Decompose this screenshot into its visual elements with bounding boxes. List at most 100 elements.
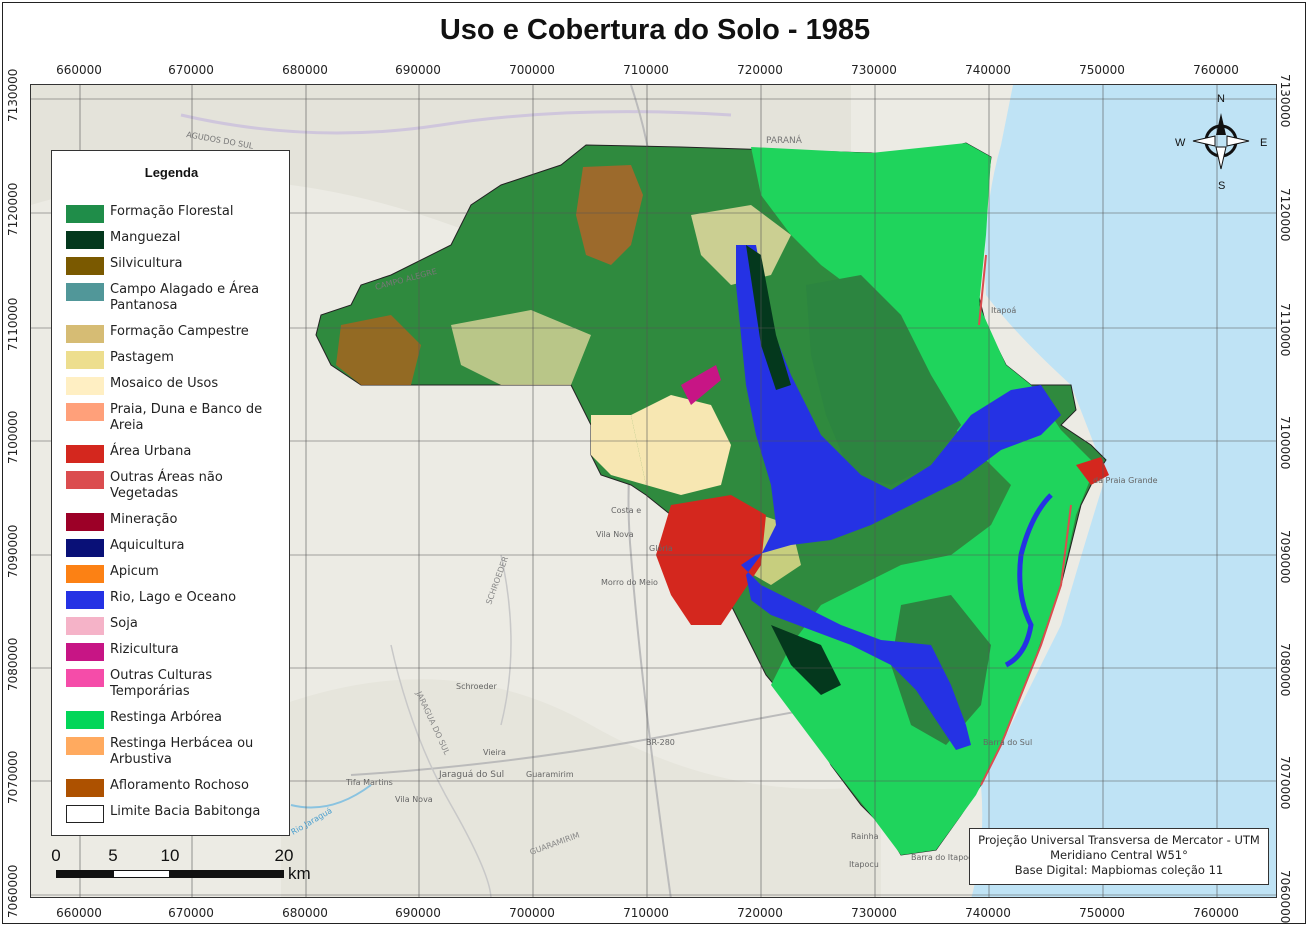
legend-swatch bbox=[66, 805, 104, 823]
y-tick-left: 7130000 bbox=[6, 68, 20, 122]
credits-line-3: Base Digital: Mapbiomas coleção 11 bbox=[1014, 863, 1224, 877]
legend-swatch bbox=[66, 231, 104, 249]
y-tick-left: 7110000 bbox=[6, 297, 20, 351]
x-tick-bottom: 680000 bbox=[282, 906, 328, 920]
label-gloria: Glória bbox=[649, 543, 673, 553]
y-tick-right: 7120000 bbox=[1278, 188, 1292, 242]
x-tick-top: 740000 bbox=[965, 63, 1011, 77]
map-title: Uso e Cobertura do Solo - 1985 bbox=[439, 14, 871, 46]
legend-label: Limite Bacia Babitonga bbox=[110, 804, 261, 819]
legend-label: Mineração bbox=[110, 512, 178, 527]
legend-label: Campo Alagado e Área Pantanosa bbox=[110, 282, 260, 313]
x-tick-bottom: 700000 bbox=[509, 906, 555, 920]
x-tick-bottom: 760000 bbox=[1193, 906, 1239, 920]
scale-bar: 0 5 10 20 km bbox=[44, 846, 324, 886]
legend-swatch bbox=[66, 351, 104, 369]
scale-segment-3 bbox=[170, 870, 284, 878]
y-tick-left: 7080000 bbox=[6, 637, 20, 691]
y-tick-right: 7080000 bbox=[1278, 643, 1292, 697]
legend-swatch bbox=[66, 205, 104, 223]
x-tick-top: 710000 bbox=[623, 63, 669, 77]
legend-label: Apicum bbox=[110, 564, 159, 579]
x-tick-top: 750000 bbox=[1079, 63, 1125, 77]
y-tick-left: 7120000 bbox=[6, 182, 20, 236]
x-tick-bottom: 660000 bbox=[56, 906, 102, 920]
legend-title: Legenda bbox=[144, 165, 199, 180]
x-tick-top: 720000 bbox=[737, 63, 783, 77]
legend-item: Restinga Herbácea ou Arbustiva bbox=[66, 735, 286, 769]
scale-tick-10: 10 bbox=[160, 846, 180, 865]
x-tick-bottom: 690000 bbox=[395, 906, 441, 920]
legend-label: Rizicultura bbox=[110, 642, 179, 657]
legend-label: Mosaico de Usos bbox=[110, 376, 219, 391]
legend-label: Silvicultura bbox=[110, 256, 183, 271]
y-tick-right: 7090000 bbox=[1278, 530, 1292, 584]
legend-label: Outras Culturas Temporárias bbox=[110, 668, 213, 699]
label-costa: Costa e bbox=[611, 506, 641, 515]
x-tick-bottom: 750000 bbox=[1079, 906, 1125, 920]
x-tick-bottom: 740000 bbox=[965, 906, 1011, 920]
compass-w: W bbox=[1175, 137, 1186, 149]
legend-swatch bbox=[66, 513, 104, 531]
x-tick-top: 660000 bbox=[56, 63, 102, 77]
x-tick-top: 700000 bbox=[509, 63, 555, 77]
legend-swatch bbox=[66, 669, 104, 687]
y-tick-right: 7110000 bbox=[1278, 303, 1292, 357]
legend-item: Limite Bacia Babitonga bbox=[66, 803, 286, 837]
legend-label: Manguezal bbox=[110, 230, 181, 245]
legend-swatch bbox=[66, 403, 104, 421]
legend-swatch bbox=[66, 565, 104, 583]
legend-swatch bbox=[66, 325, 104, 343]
y-tick-right: 7070000 bbox=[1278, 756, 1292, 810]
legend-swatch bbox=[66, 737, 104, 755]
credits-line-1: Projeção Universal Transversa de Mercato… bbox=[978, 833, 1260, 847]
x-tick-bottom: 720000 bbox=[737, 906, 783, 920]
scale-segment-2 bbox=[113, 870, 170, 878]
label-tifa-martins: Tifa Martins bbox=[345, 778, 393, 787]
legend-swatch bbox=[66, 471, 104, 489]
legend-label: Restinga Arbórea bbox=[110, 710, 222, 725]
y-tick-right: 7060000 bbox=[1278, 870, 1292, 924]
y-tick-right: 7130000 bbox=[1278, 74, 1292, 128]
legend-swatch bbox=[66, 257, 104, 275]
label-itapocu: Itapocu bbox=[849, 860, 879, 869]
x-tick-top: 690000 bbox=[395, 63, 441, 77]
label-schroeder: Schroeder bbox=[456, 682, 497, 691]
label-parana: PARANÁ bbox=[766, 134, 803, 146]
legend-swatch bbox=[66, 711, 104, 729]
credits-line-2: Meridiano Central W51° bbox=[1050, 848, 1188, 862]
legend-label: Soja bbox=[110, 616, 138, 631]
compass-e: E bbox=[1260, 137, 1268, 149]
x-tick-bottom: 730000 bbox=[851, 906, 897, 920]
legend-swatch bbox=[66, 591, 104, 609]
legend-label: Rio, Lago e Oceano bbox=[110, 590, 237, 605]
x-tick-bottom: 710000 bbox=[623, 906, 669, 920]
compass-n: N bbox=[1217, 93, 1225, 105]
legend-item: Praia, Duna e Banco de Areia bbox=[66, 401, 286, 435]
scale-tick-20: 20 bbox=[274, 846, 294, 865]
scale-tick-0: 0 bbox=[51, 846, 61, 865]
legend-label: Aquicultura bbox=[110, 538, 185, 553]
legend-swatch bbox=[66, 283, 104, 301]
y-tick-left: 7070000 bbox=[6, 750, 20, 804]
legend-label: Afloramento Rochoso bbox=[110, 778, 249, 793]
y-tick-left: 7060000 bbox=[6, 864, 20, 918]
legend-swatch bbox=[66, 539, 104, 557]
legend-label: Praia, Duna e Banco de Areia bbox=[110, 402, 263, 433]
x-tick-bottom: 670000 bbox=[168, 906, 214, 920]
y-tick-left: 7100000 bbox=[6, 410, 20, 464]
label-praia-grande: da Praia Grande bbox=[1093, 476, 1158, 485]
legend-label: Pastagem bbox=[110, 350, 174, 365]
x-tick-top: 670000 bbox=[168, 63, 214, 77]
label-br280: BR-280 bbox=[646, 738, 675, 747]
legend-label: Outras Áreas não Vegetadas bbox=[110, 470, 223, 501]
label-jaragua: Jaraguá do Sul bbox=[438, 770, 504, 780]
x-tick-top: 730000 bbox=[851, 63, 897, 77]
legend-label: Formação Campestre bbox=[110, 324, 249, 339]
legend-panel: Legenda Formação Florestal Manguezal Silvi… bbox=[51, 150, 290, 836]
legend-swatch bbox=[66, 643, 104, 661]
label-guaramirim: Guaramirim bbox=[526, 770, 574, 779]
legend-item: Campo Alagado e Área Pantanosa bbox=[66, 281, 286, 315]
legend-item: Outras Áreas não Vegetadas bbox=[66, 469, 286, 503]
label-rainha: Rainha bbox=[851, 832, 879, 841]
